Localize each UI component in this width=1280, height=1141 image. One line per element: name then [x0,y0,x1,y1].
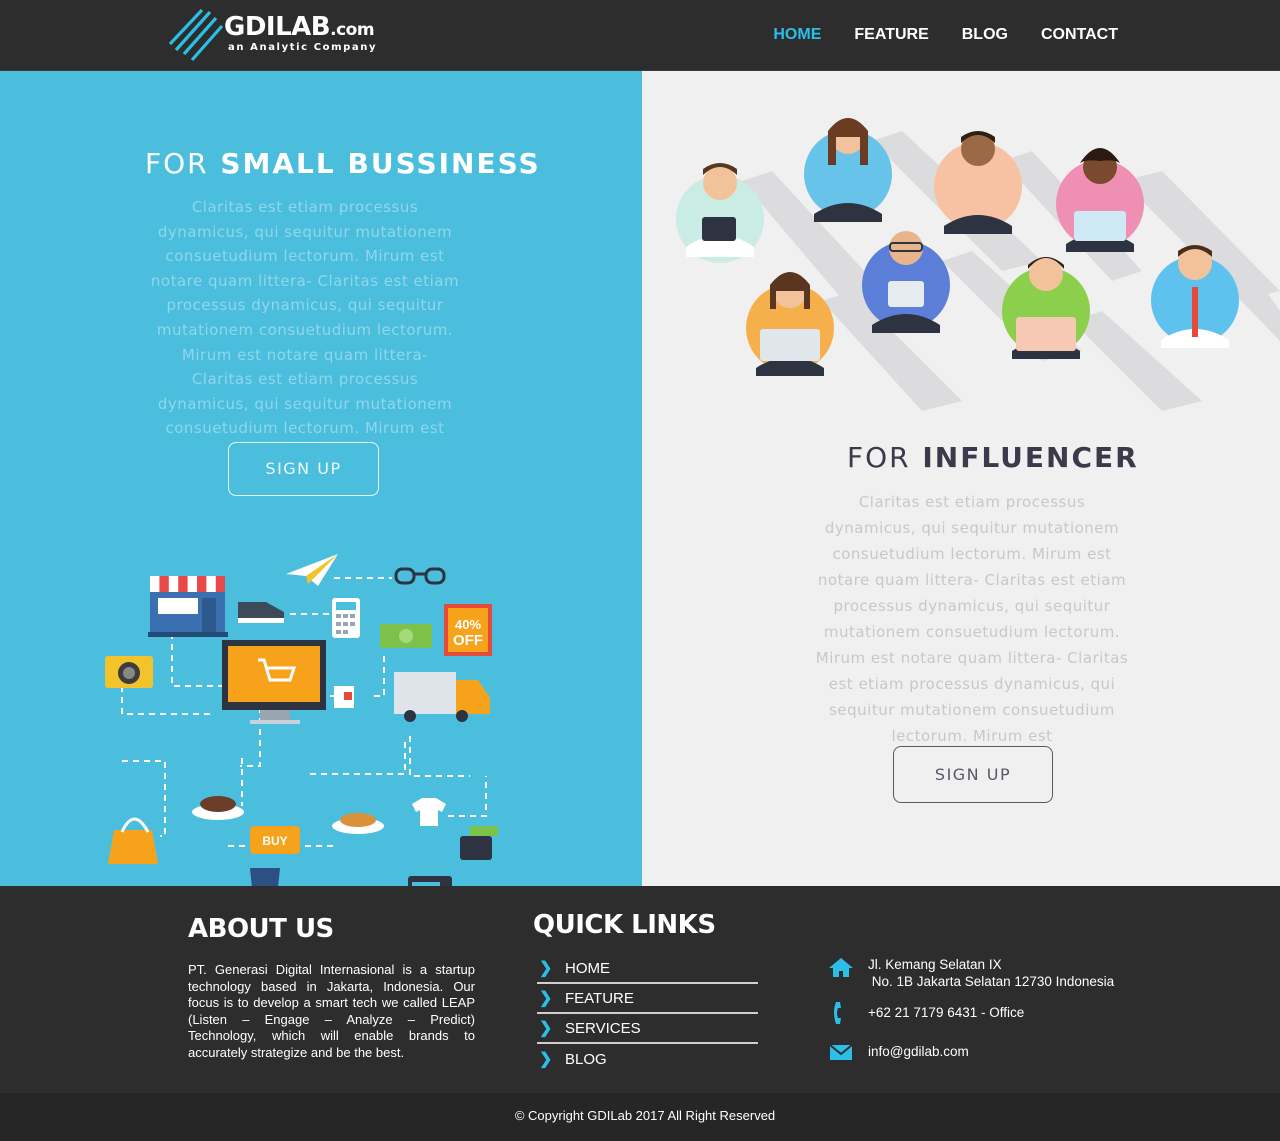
shop-icon [148,576,228,637]
influencer-signup-button[interactable]: SIGN UP [893,746,1053,803]
brand-name: GDILAB [224,12,331,42]
title-main: INFLUENCER [922,441,1139,474]
quick-links-list: ❯ HOME ❯ FEATURE ❯ SERVICES ❯ BLOG [537,954,758,1074]
quick-link-label: FEATURE [565,989,634,1007]
chevron-right-icon: ❯ [539,1020,553,1037]
address-line-2: No. 1B Jakarta Selatan 12730 Indonesia [868,974,1115,989]
address-line-1: Jl. Kemang Selatan IX [868,957,1002,972]
site-footer: ABOUT US PT. Generasi Digital Internasio… [0,886,1280,1093]
influencer-title: FOR INFLUENCER [847,441,1139,474]
quick-link-label: SERVICES [565,1019,641,1037]
nav-contact[interactable]: CONTACT [1041,26,1118,44]
quick-link-feature[interactable]: ❯ FEATURE [537,984,758,1014]
brand-wordmark: GDILAB.com [224,12,375,42]
buy-tag-label: BUY [262,834,287,848]
chevron-right-icon: ❯ [539,960,553,977]
title-main: SMALL BUSSINESS [220,147,541,180]
small-business-signup-button[interactable]: SIGN UP [228,442,379,496]
discount-badge-bottom: OFF [453,632,483,649]
quick-link-blog[interactable]: ❯ BLOG [537,1044,758,1074]
small-business-title: FOR SMALL BUSSINESS [145,147,541,180]
influencer-panel: FOR INFLUENCER Claritas est etiam proces… [642,71,1280,886]
quick-link-label: BLOG [565,1050,607,1068]
logo-stripes-icon [168,8,224,62]
influencer-text: Claritas est etiam processus dynamicus, … [815,493,1129,745]
about-title: ABOUT US [188,914,334,944]
ecommerce-illustration: 40% OFF BUY [105,554,498,886]
copyright-bar: © Copyright GDILab 2017 All Right Reserv… [0,1093,1280,1141]
brand-tagline: an Analytic Company [228,42,378,53]
copyright-text: © Copyright GDILab 2017 All Right Reserv… [514,1108,776,1123]
about-text: PT. Generasi Digital Internasional is a … [188,962,475,1060]
phone-number[interactable]: +62 21 7179 6431 - Office [868,1004,1024,1021]
nav-blog[interactable]: BLOG [962,26,1008,44]
phone-icon [834,1002,841,1024]
site-header: GDILAB.com an Analytic Company HOME FEAT… [0,0,1280,71]
email-address[interactable]: info@gdilab.com [868,1043,969,1060]
chevron-right-icon: ❯ [539,1051,553,1068]
quick-link-label: HOME [565,959,610,977]
chevron-right-icon: ❯ [539,990,553,1007]
home-icon [829,958,853,977]
influencer-avatars-illustration [676,118,1280,411]
nav-feature[interactable]: FEATURE [854,26,928,44]
main-nav: HOME FEATURE BLOG CONTACT [740,26,1118,44]
discount-badge-top: 40% [455,617,481,632]
small-business-text: Claritas est etiam processus dynamicus, … [150,198,460,438]
title-prefix: FOR [145,147,209,180]
quick-link-services[interactable]: ❯ SERVICES [537,1014,758,1044]
brand-logo[interactable]: GDILAB.com an Analytic Company [168,6,408,64]
nav-home[interactable]: HOME [773,26,821,44]
small-business-panel: FOR SMALL BUSSINESS Claritas est etiam p… [0,71,642,886]
mail-icon [829,1044,853,1060]
quick-links-title: QUICK LINKS [533,910,716,940]
brand-suffix: .com [330,20,375,40]
title-prefix: FOR [847,441,911,474]
quick-link-home[interactable]: ❯ HOME [537,954,758,984]
